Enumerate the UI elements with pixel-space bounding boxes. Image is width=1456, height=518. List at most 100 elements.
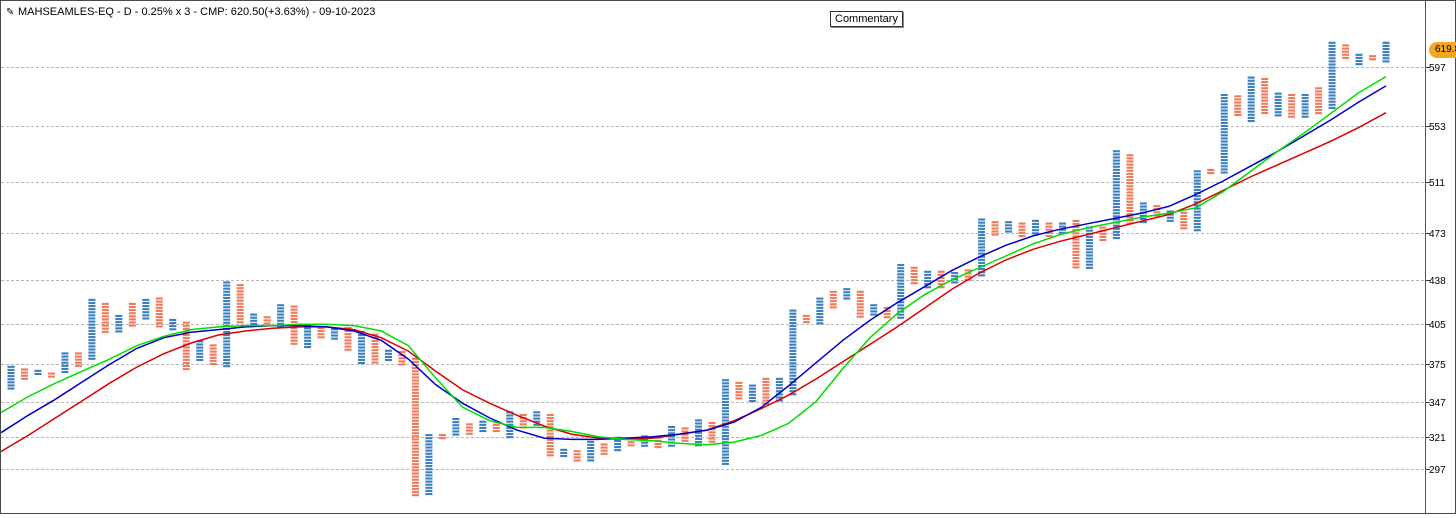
x-box (789, 340, 797, 343)
x-box (587, 446, 595, 450)
x-box (88, 351, 96, 354)
o-box (829, 303, 837, 306)
x-box (721, 416, 729, 419)
x-box (587, 456, 595, 459)
x-box (1220, 128, 1228, 131)
o-box (1234, 107, 1242, 110)
x-box (223, 362, 231, 365)
x-box (1328, 106, 1336, 109)
x-box (978, 243, 986, 246)
pencil-icon[interactable]: ✎ (6, 7, 18, 18)
x-box (196, 358, 204, 362)
x-box (721, 428, 729, 431)
o-box (1288, 106, 1296, 109)
o-box (546, 429, 554, 432)
o-box (910, 272, 918, 275)
x-box (1382, 57, 1390, 60)
o-box (1126, 166, 1134, 169)
x-box (1112, 162, 1120, 165)
x-box (1247, 76, 1255, 79)
o-box (1018, 228, 1026, 231)
o-box (411, 475, 419, 478)
x-box (789, 321, 797, 325)
x-box (695, 437, 702, 441)
x-box (1274, 92, 1282, 95)
x-box (223, 340, 231, 343)
o-column (128, 302, 136, 327)
o-column (1045, 222, 1053, 238)
o-box (1315, 87, 1323, 90)
o-box (1126, 175, 1134, 179)
o-box (411, 388, 419, 391)
x-box (1193, 179, 1201, 182)
x-box (223, 343, 231, 346)
o-box (101, 324, 109, 327)
o-box (856, 312, 864, 315)
o-box (910, 279, 918, 282)
o-box (546, 423, 554, 426)
o-box (1342, 50, 1350, 53)
x-box (250, 316, 258, 319)
x-box (277, 313, 285, 316)
o-box (128, 302, 136, 305)
x-box (1193, 185, 1201, 188)
x-box (1274, 111, 1282, 114)
o-box (344, 342, 352, 345)
commentary-button[interactable]: Commentary (830, 11, 903, 27)
x-box (789, 309, 797, 312)
x-box (695, 419, 702, 422)
o-box (1261, 111, 1269, 115)
x-box (88, 301, 96, 305)
x-box (88, 339, 96, 342)
o-box (209, 362, 217, 366)
x-box (1193, 170, 1201, 173)
x-box (1193, 182, 1201, 185)
x-column (115, 314, 123, 333)
x-box (721, 462, 729, 465)
x-box (1193, 216, 1201, 219)
o-box (411, 398, 419, 401)
o-box (762, 396, 770, 399)
x-box (870, 307, 878, 310)
x-box (7, 365, 15, 368)
x-box (88, 348, 96, 351)
o-box (573, 459, 581, 462)
o-box (371, 355, 379, 358)
x-box (304, 339, 312, 342)
x-box (721, 459, 729, 462)
x-box (1328, 100, 1336, 103)
x-box (196, 355, 204, 358)
x-box (1247, 110, 1255, 113)
x-box (721, 388, 729, 391)
x-box (721, 413, 729, 416)
o-box (20, 374, 28, 377)
o-box (411, 382, 419, 385)
o-box (236, 318, 244, 321)
x-box (223, 293, 231, 296)
o-box (1261, 96, 1269, 99)
x-box (1112, 206, 1120, 209)
x-box (7, 368, 15, 371)
x-box (1085, 266, 1093, 269)
o-box (1072, 260, 1080, 263)
o-box (910, 282, 918, 285)
x-box (816, 303, 824, 306)
x-column (1220, 93, 1228, 174)
o-box (492, 429, 500, 433)
x-box (115, 324, 123, 327)
o-box (371, 349, 379, 352)
x-box (1328, 72, 1336, 75)
o-column (101, 302, 109, 333)
o-box (371, 339, 379, 342)
o-box (708, 437, 716, 440)
x-column (357, 330, 365, 365)
plot-area[interactable]: ✎ MAHSEAMLES-EQ - D - 0.25% x 3 - CMP: 62… (0, 1, 1426, 513)
o-column (465, 423, 473, 435)
o-box (1288, 93, 1296, 97)
o-box (1126, 188, 1134, 191)
o-box (209, 356, 217, 359)
o-box (1099, 232, 1107, 235)
o-column (1180, 211, 1188, 230)
pnf-chart[interactable] (0, 1, 1425, 513)
price-axis[interactable]: 297 321 347 375 405 438 473 511 553 597 (1426, 1, 1455, 513)
